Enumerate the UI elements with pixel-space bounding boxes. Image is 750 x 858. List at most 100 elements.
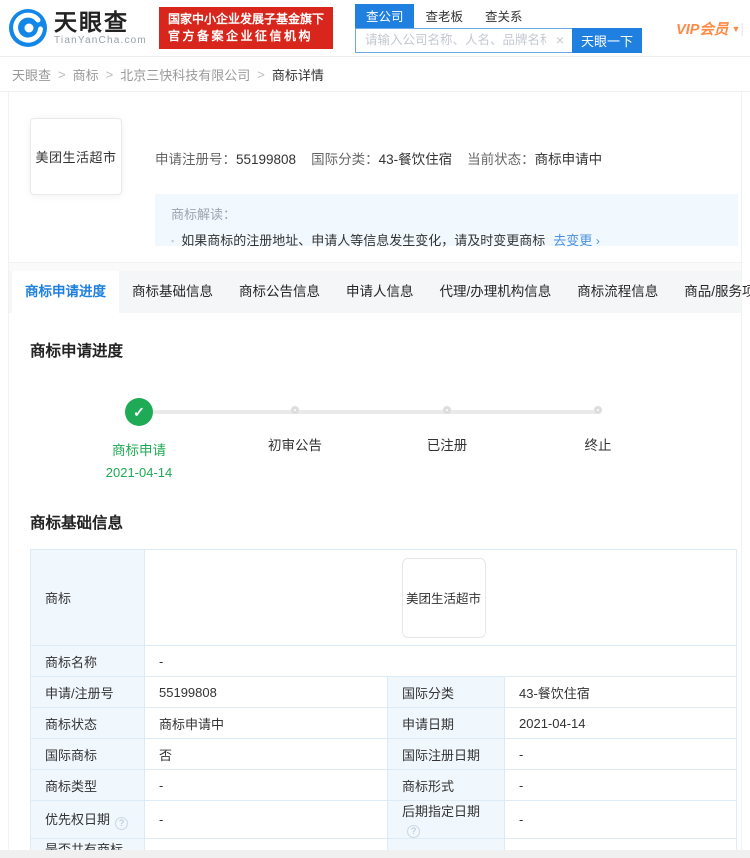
field-value: - [144,769,388,801]
table-row-mark: 商标 美团生活超市 [30,549,738,646]
summary-field-value: 55199808 [236,152,297,167]
table-row: 优先权日期? - 后期指定日期? - [30,800,738,839]
search-tab-boss[interactable]: 查老板 [414,4,474,28]
vip-member-link[interactable]: VIP会员 ▼ [676,18,740,39]
breadcrumb: 天眼查 > 商标 > 北京三快科技有限公司 > 商标详情 [0,57,750,92]
basic-info-table: 商标 美团生活超市 商标名称 - 申请/注册号 55199808 国际分类 43-餐饮… [30,549,738,858]
table-row: 商标类型 - 商标形式 - [30,769,738,801]
badge-line-2: 官方备案企业征信机构 [167,29,313,43]
field-label: 申请/注册号 [30,676,145,708]
basic-info-title: 商标基础信息 [30,515,124,532]
field-value: - [503,738,738,770]
help-icon[interactable]: ? [115,816,129,830]
step-date: 2021-04-14 [105,465,173,480]
tab-basic-info[interactable]: 商标基础信息 [119,271,226,313]
interpretation-tip: ▪ 如果商标的注册地址、申请人等信息发生变化，请及时变更商标 去变更 › [171,230,722,249]
table-row: 申请/注册号 55199808 国际分类 43-餐饮住宿 [30,676,738,708]
field-label: 商标状态 [30,707,145,739]
field-value-mark: 美团生活超市 [143,549,738,646]
vip-label: VIP会员 [676,21,729,38]
tab-applicant-info[interactable]: 申请人信息 [333,271,427,313]
chevron-down-icon: ▼ [731,23,741,34]
table-row: 商标状态 商标申请中 申请日期 2021-04-14 [30,707,738,739]
summary-fields: 申请注册号55199808 国际分类43-餐饮住宿当前状态商标申请中 [155,148,617,168]
trademark-summary: 美团生活超市 申请注册号55199808 国际分类43-餐饮住宿当前状态商标申请中… [9,92,741,262]
tianyancha-trademark-detail-page: 天眼查 TianYanCha.com 国家中小企业发展子基金旗下 官方备案企业征… [0,0,750,858]
breadcrumb-item[interactable]: 商标 [73,65,99,84]
field-label: 优先权日期? [30,800,145,839]
brand-name: 天眼查 [54,9,129,35]
go-change-link[interactable]: 去变更 › [553,233,600,248]
field-label: 申请日期 [387,707,505,739]
step-label: 已注册 [426,438,468,453]
header-divider: | [740,20,744,36]
tab-announcement-info[interactable]: 商标公告信息 [226,271,333,313]
badge-line-1: 国家中小企业发展子基金旗下 [167,12,324,26]
eye-swirl-icon [9,9,47,47]
detail-tab-bar: 商标申请进度 商标基础信息 商标公告信息 申请人信息 代理/办理机构信息 商标流程信息 商品… [9,271,750,313]
tab-agency-info[interactable]: 代理/办理机构信息 [427,271,565,313]
field-value: - [143,645,738,677]
field-label: 商标 [30,549,145,646]
brand-domain: TianYanCha.com [54,35,147,46]
top-header: 天眼查 TianYanCha.com 国家中小企业发展子基金旗下 官方备案企业征… [0,0,750,57]
summary-field: 申请注册号55199808 [155,148,296,168]
logo-text: 天眼查 TianYanCha.com [54,10,147,46]
search-area: 查公司查老板查关系 × 天眼一下 [354,3,643,53]
progress-title: 商标申请进度 [30,343,124,360]
field-label: 商标类型 [30,769,145,801]
breadcrumb-item[interactable]: 天眼查 [12,65,51,84]
circle-icon [594,406,602,414]
tab-goods-services[interactable]: 商品/服务项目 [671,271,750,313]
breadcrumb-separator: > [257,66,265,82]
field-label: 商标形式 [387,769,505,801]
summary-field-label: 申请注册号 [155,152,236,167]
tip-text: 如果商标的注册地址、申请人等信息发生变化，请及时变更商标 [181,233,546,248]
field-label: 商标名称 [30,645,145,677]
field-label: 后期指定日期? [387,800,505,839]
clear-icon[interactable]: × [556,32,564,48]
field-label: 国际商标 [30,738,145,770]
field-value: - [503,800,738,839]
circle-icon [443,406,451,414]
breadcrumb-item[interactable]: 北京三快科技有限公司 [120,65,250,84]
table-row: 国际商标否国际注册日期 - [30,738,738,770]
progress-timeline: ✓ 商标申请 2021-04-14 初审公告 已注册 终止 [30,397,720,497]
basic-info-section: 商标基础信息 商标 美团生活超市 商标名称 - 申请/注册号 55199808 … [9,497,741,858]
progress-step-2: 初审公告 [230,397,360,454]
main-content: 美团生活超市 申请注册号55199808国际分类43-餐饮住宿当前状态商标申请中… [8,92,750,858]
step-label: 终止 [584,438,612,453]
bottom-strip [0,850,750,858]
field-value: 否 [144,738,388,770]
breadcrumb-separator: > [58,66,66,82]
help-icon[interactable]: ? [407,824,420,838]
summary-field-value: 商标申请中 [534,152,603,167]
interpretation-title: 商标解读： [171,207,237,222]
application-progress-section: 商标申请进度 ✓ 商标申请 2021-04-14 初审公告 已注册 终止 [9,313,741,497]
summary-field-label: 当前状态 [467,152,535,167]
progress-step-4: 终止 [533,397,663,454]
trademark-image: 美团生活超市 [30,118,122,195]
field-value: - [503,769,738,801]
field-label: 国际分类 [387,676,505,708]
breadcrumb-current: 商标详情 [271,67,324,83]
search-tab-relation[interactable]: 查关系 [474,4,534,28]
summary-field-value: 43-餐饮住宿 [378,152,453,167]
tianyancha-logo[interactable]: 天眼查 TianYanCha.com [8,8,147,48]
tab-process-info[interactable]: 商标流程信息 [564,271,671,313]
search-input[interactable] [354,27,573,53]
tab-application-progress[interactable]: 商标申请进度 [12,271,119,313]
progress-step-1: ✓ 商标申请 2021-04-14 [74,397,204,480]
timeline-line [139,410,598,414]
field-value: 2021-04-14 [503,707,738,739]
search-button[interactable]: 天眼一下 [572,27,643,53]
summary-field: 国际分类43-餐饮住宿 [311,148,452,168]
field-label: 国际注册日期 [387,738,505,770]
progress-step-3: 已注册 [382,397,512,454]
search-scope-tabs: 查公司 查老板 查关系 [354,3,642,28]
search-tab-company[interactable]: 查公司 [354,3,415,28]
field-value: - [144,800,388,839]
breadcrumb-separator: > [105,66,114,82]
trademark-image-text: 美团生活超市 [35,150,117,165]
certification-badge: 国家中小企业发展子基金旗下 官方备案企业征信机构 [158,7,333,49]
